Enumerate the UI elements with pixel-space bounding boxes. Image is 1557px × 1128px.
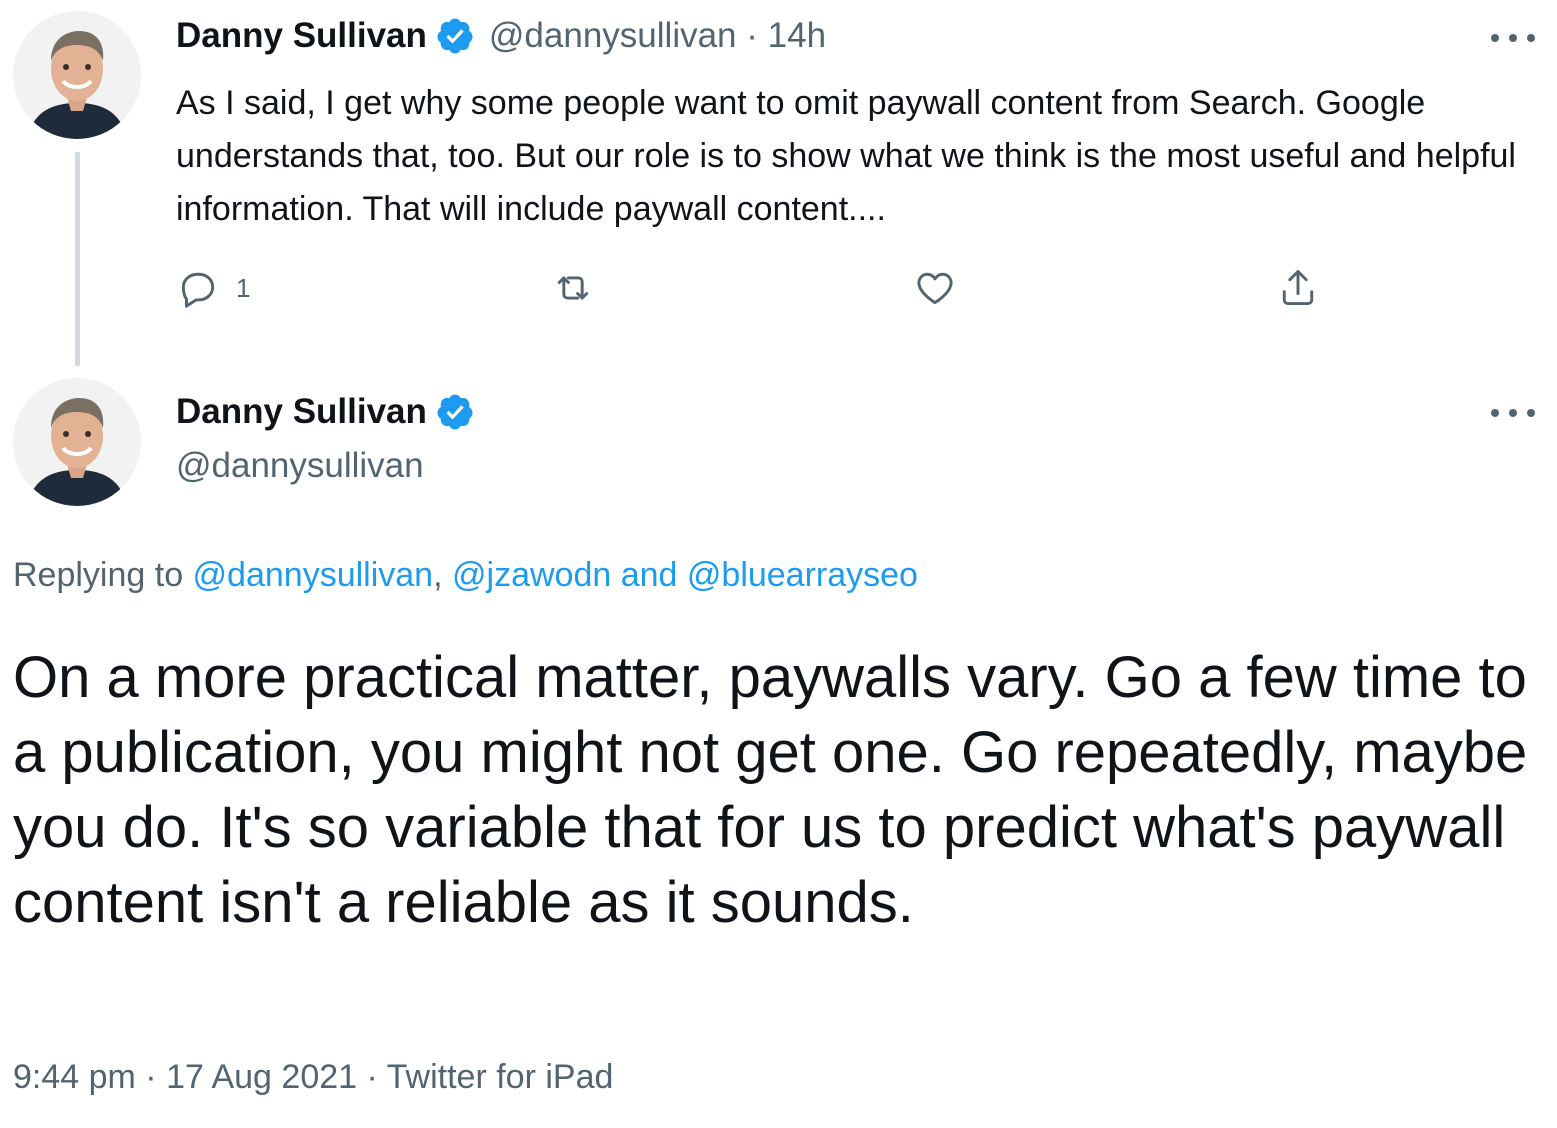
like-button[interactable] <box>913 266 957 310</box>
mention-link[interactable]: @jzawodn <box>452 556 611 594</box>
tweet-time-ago[interactable]: 14h <box>768 16 826 56</box>
author-handle[interactable]: @dannysullivan <box>489 16 737 56</box>
replying-separator: , <box>433 556 452 594</box>
more-options-icon[interactable] <box>1491 31 1535 45</box>
meta-separator: · <box>135 1058 167 1096</box>
verified-badge-icon <box>435 392 475 432</box>
meta-separator: · <box>357 1058 387 1096</box>
tweet-header: Danny Sullivan <box>176 392 475 432</box>
share-button[interactable] <box>1276 266 1320 310</box>
tweet-date[interactable]: 17 Aug 2021 <box>166 1058 357 1096</box>
author-name[interactable]: Danny Sullivan <box>176 16 427 56</box>
replying-and[interactable]: and <box>611 556 687 594</box>
retweet-button[interactable] <box>551 266 595 310</box>
replying-prefix: Replying to <box>13 556 193 594</box>
reply-count: 1 <box>236 272 251 303</box>
more-options-icon[interactable] <box>1491 406 1535 420</box>
separator-dot: · <box>746 16 758 55</box>
tweet-actions: 1 <box>176 266 1336 316</box>
author-handle[interactable]: @dannysullivan <box>176 446 424 486</box>
avatar[interactable] <box>13 378 141 506</box>
reply-button[interactable]: 1 <box>176 266 250 310</box>
avatar[interactable] <box>13 11 141 139</box>
tweet-time[interactable]: 9:44 pm <box>13 1058 136 1096</box>
tweet-source[interactable]: Twitter for iPad <box>387 1058 614 1096</box>
tweet-thread: Danny Sullivan @dannysullivan · 14h As I… <box>0 0 1557 1128</box>
replying-to: Replying to @dannysullivan, @jzawodn and… <box>13 556 918 595</box>
author-name[interactable]: Danny Sullivan <box>176 392 427 432</box>
share-icon <box>1276 266 1320 310</box>
verified-badge-icon <box>435 16 475 56</box>
profile-photo-icon <box>13 11 141 139</box>
thread-connector-line <box>75 152 80 366</box>
reply-icon <box>176 266 220 310</box>
retweet-icon <box>551 266 595 310</box>
mention-link[interactable]: @bluearrayseo <box>687 556 918 594</box>
profile-photo-icon <box>13 378 141 506</box>
tweet-text: On a more practical matter, paywalls var… <box>13 645 1528 935</box>
mention-link[interactable]: @dannysullivan <box>193 556 434 594</box>
tweet-header: Danny Sullivan @dannysullivan · 14h <box>176 16 826 56</box>
tweet-text: As I said, I get why some people want to… <box>176 84 1516 228</box>
heart-icon <box>913 266 957 310</box>
tweet-meta: 9:44 pm · 17 Aug 2021 · Twitter for iPad <box>13 1058 613 1097</box>
